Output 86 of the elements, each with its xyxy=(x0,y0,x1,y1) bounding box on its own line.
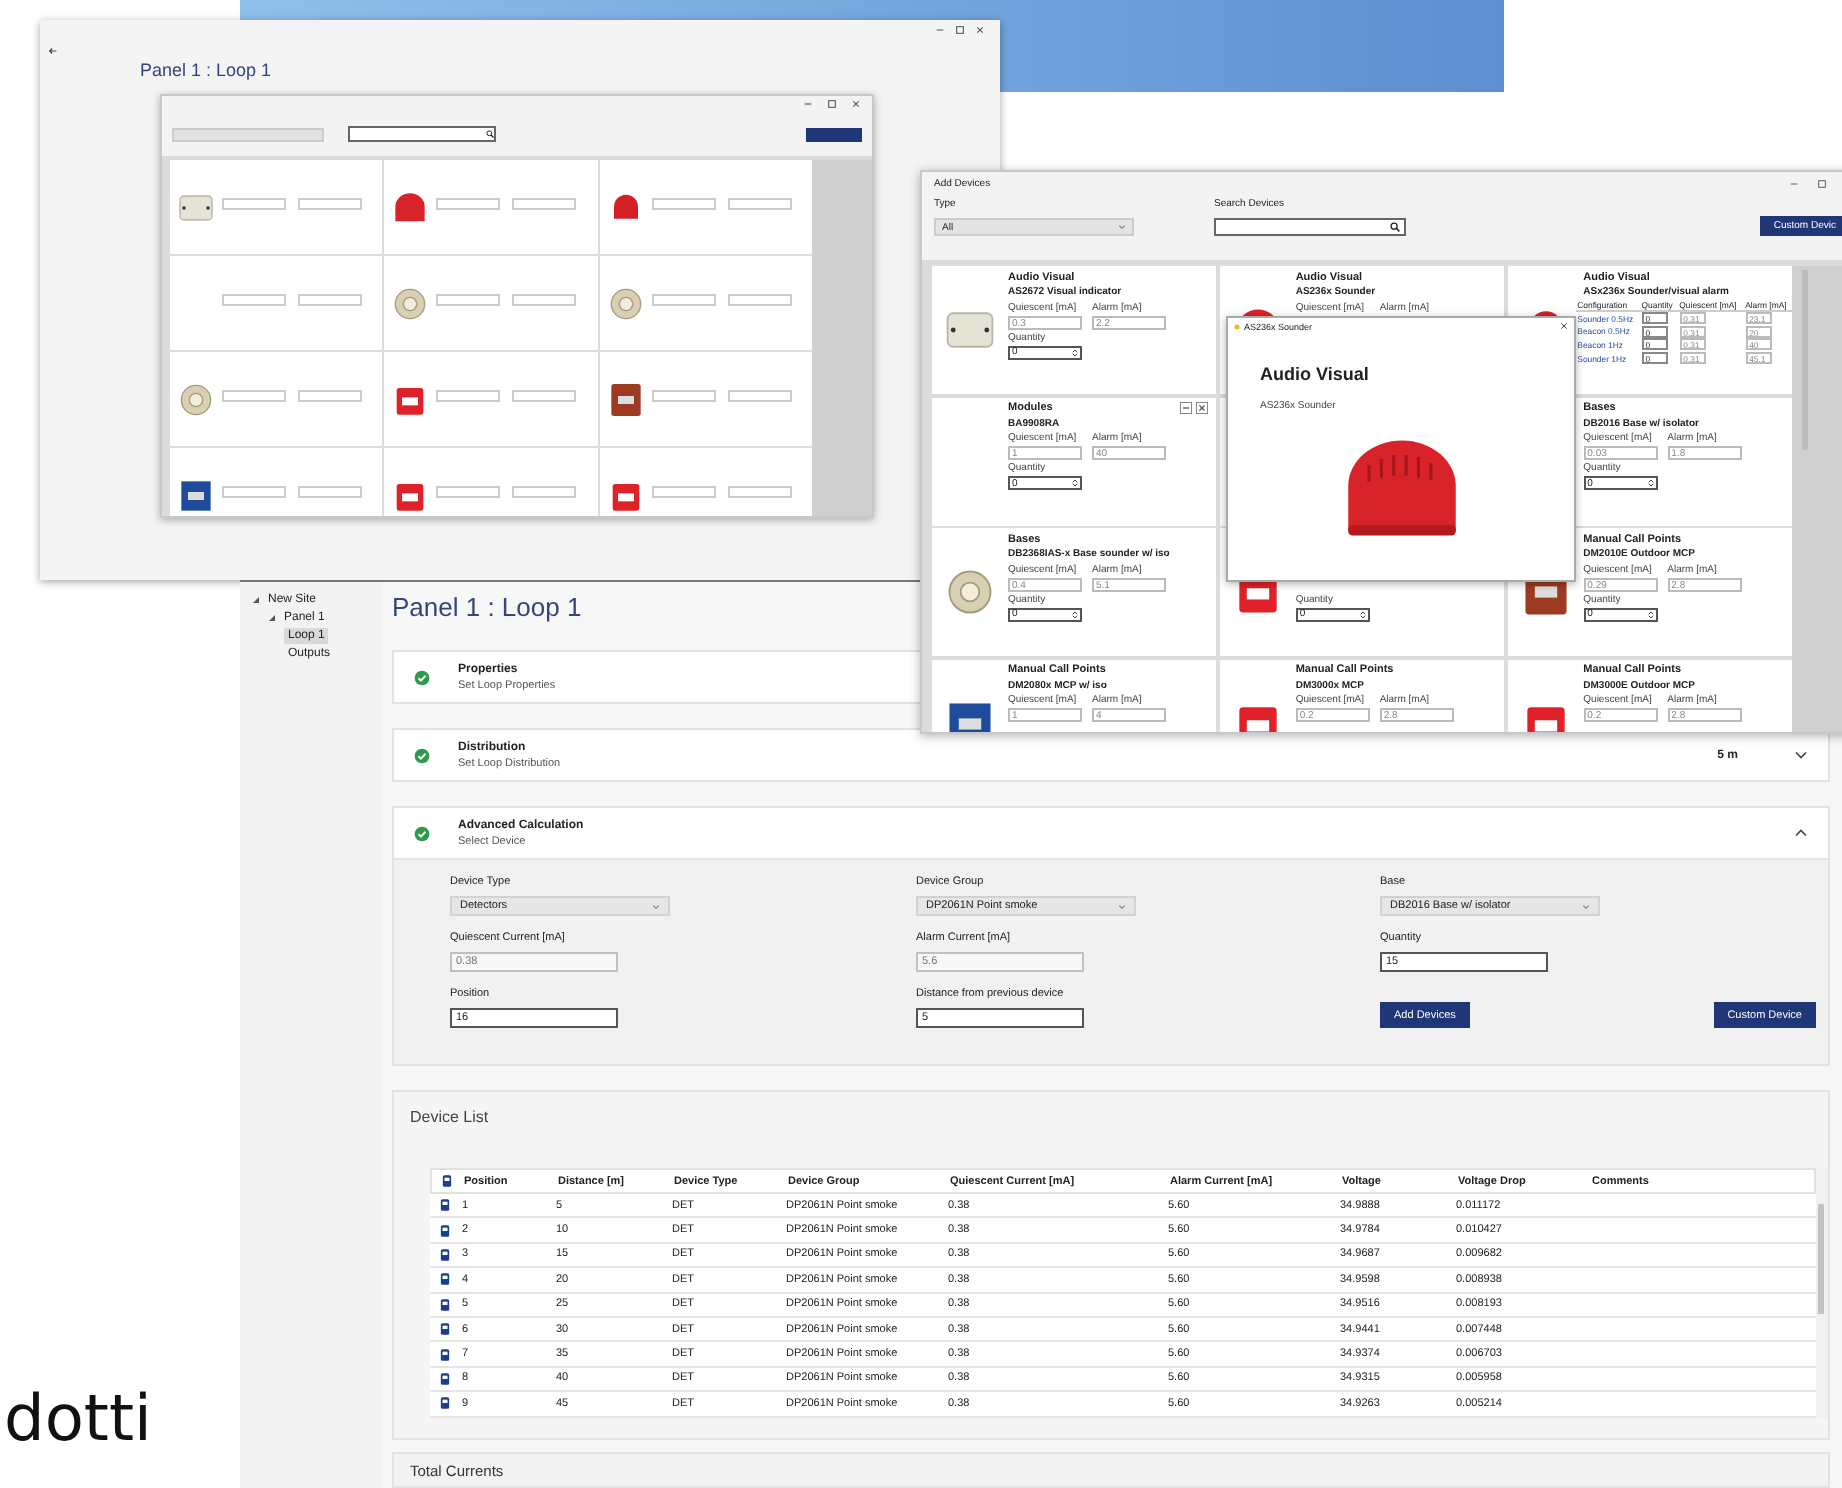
caret-icon xyxy=(1118,224,1126,230)
device-card[interactable] xyxy=(384,448,598,516)
dialog-button[interactable] xyxy=(806,127,862,141)
device-icon[interactable] xyxy=(439,1223,449,1238)
caret-icon xyxy=(1118,903,1126,909)
input-field[interactable] xyxy=(298,390,362,402)
scrollbar-thumb[interactable] xyxy=(1818,1204,1824,1314)
device-icon[interactable] xyxy=(439,1297,449,1312)
call-point-drawing xyxy=(605,379,646,419)
call-point-drawing xyxy=(176,475,216,515)
input-field[interactable] xyxy=(298,486,362,498)
input-field[interactable] xyxy=(727,198,792,210)
minimize-icon[interactable] xyxy=(804,100,812,108)
search-field[interactable] xyxy=(1214,218,1406,236)
sounder-drawing xyxy=(390,187,431,227)
close-icon[interactable] xyxy=(976,26,984,34)
device-card[interactable] xyxy=(384,160,598,254)
spinner-arrows-icon xyxy=(1072,478,1078,488)
device-icon[interactable] xyxy=(439,1247,449,1262)
spinner-arrows-icon xyxy=(1359,609,1366,619)
search-field[interactable] xyxy=(348,126,496,142)
device-card[interactable] xyxy=(599,352,812,446)
input-field[interactable] xyxy=(512,390,577,402)
input-field[interactable] xyxy=(222,390,286,402)
input-field[interactable] xyxy=(436,390,501,402)
maximize-icon[interactable] xyxy=(828,100,836,108)
close-icon[interactable] xyxy=(852,100,860,108)
close-icon[interactable] xyxy=(1560,322,1568,330)
close-icon[interactable] xyxy=(1196,401,1209,413)
device-icon[interactable] xyxy=(439,1347,449,1362)
spinner-arrows-icon xyxy=(1072,609,1078,619)
input-field[interactable] xyxy=(436,486,501,498)
caret-icon xyxy=(1582,903,1590,909)
input-field[interactable] xyxy=(727,486,792,498)
device-card[interactable] xyxy=(170,448,383,516)
device-icon[interactable] xyxy=(439,1322,449,1337)
page-heading: Panel 1 : Loop 1 xyxy=(392,592,582,626)
spinner-arrows-icon xyxy=(1647,478,1654,488)
dropdown[interactable] xyxy=(172,127,324,141)
minimize-icon[interactable] xyxy=(936,26,944,34)
spinner-arrows-icon xyxy=(1072,347,1078,357)
maximize-icon[interactable] xyxy=(1818,179,1826,187)
caret-icon[interactable] xyxy=(252,595,260,603)
base-drawing xyxy=(605,283,646,323)
slide-caption: dotti xyxy=(4,1380,152,1456)
input-field[interactable] xyxy=(651,198,716,210)
input-field[interactable] xyxy=(727,390,792,402)
device-icon[interactable] xyxy=(439,1371,449,1386)
input-field[interactable] xyxy=(512,486,577,498)
input-field[interactable] xyxy=(222,198,286,210)
device-icon[interactable] xyxy=(439,1396,449,1411)
input-field[interactable] xyxy=(512,294,577,306)
device-icon xyxy=(441,1174,451,1188)
caret-icon[interactable] xyxy=(268,613,276,621)
input-field[interactable] xyxy=(298,294,362,306)
input-field[interactable] xyxy=(436,198,501,210)
chevron-up-icon[interactable] xyxy=(1794,828,1808,838)
input-field[interactable] xyxy=(651,486,716,498)
back-arrow-icon[interactable] xyxy=(48,45,58,55)
app-icon xyxy=(1234,323,1240,329)
chevron-down-icon[interactable] xyxy=(1794,750,1808,760)
maximize-icon[interactable] xyxy=(956,26,964,34)
input-field[interactable] xyxy=(222,486,286,498)
device-category: Audio Visual xyxy=(1260,364,1371,384)
caret-icon xyxy=(652,903,660,909)
minimize-icon[interactable] xyxy=(1790,179,1798,187)
input-field[interactable] xyxy=(651,294,716,306)
device-icon[interactable] xyxy=(439,1198,449,1213)
base-drawing xyxy=(390,283,431,323)
spinner-arrows-icon xyxy=(1647,609,1654,619)
page-heading: Panel 1 : Loop 1 xyxy=(140,60,274,80)
scrollbar[interactable] xyxy=(812,160,872,516)
input-field[interactable] xyxy=(222,294,286,306)
input-field[interactable] xyxy=(298,198,362,210)
input-field[interactable] xyxy=(436,294,501,306)
device-card[interactable] xyxy=(599,160,812,254)
device-card[interactable] xyxy=(599,448,812,516)
device-icon[interactable] xyxy=(439,1272,449,1287)
input-field[interactable] xyxy=(651,390,716,402)
base-drawing xyxy=(176,379,216,419)
device-card[interactable] xyxy=(384,352,598,446)
input-field[interactable] xyxy=(512,198,577,210)
search-icon xyxy=(486,130,494,138)
panel-title: Device List xyxy=(408,1108,491,1126)
input-field[interactable] xyxy=(727,294,792,306)
search-icon xyxy=(1390,222,1400,232)
